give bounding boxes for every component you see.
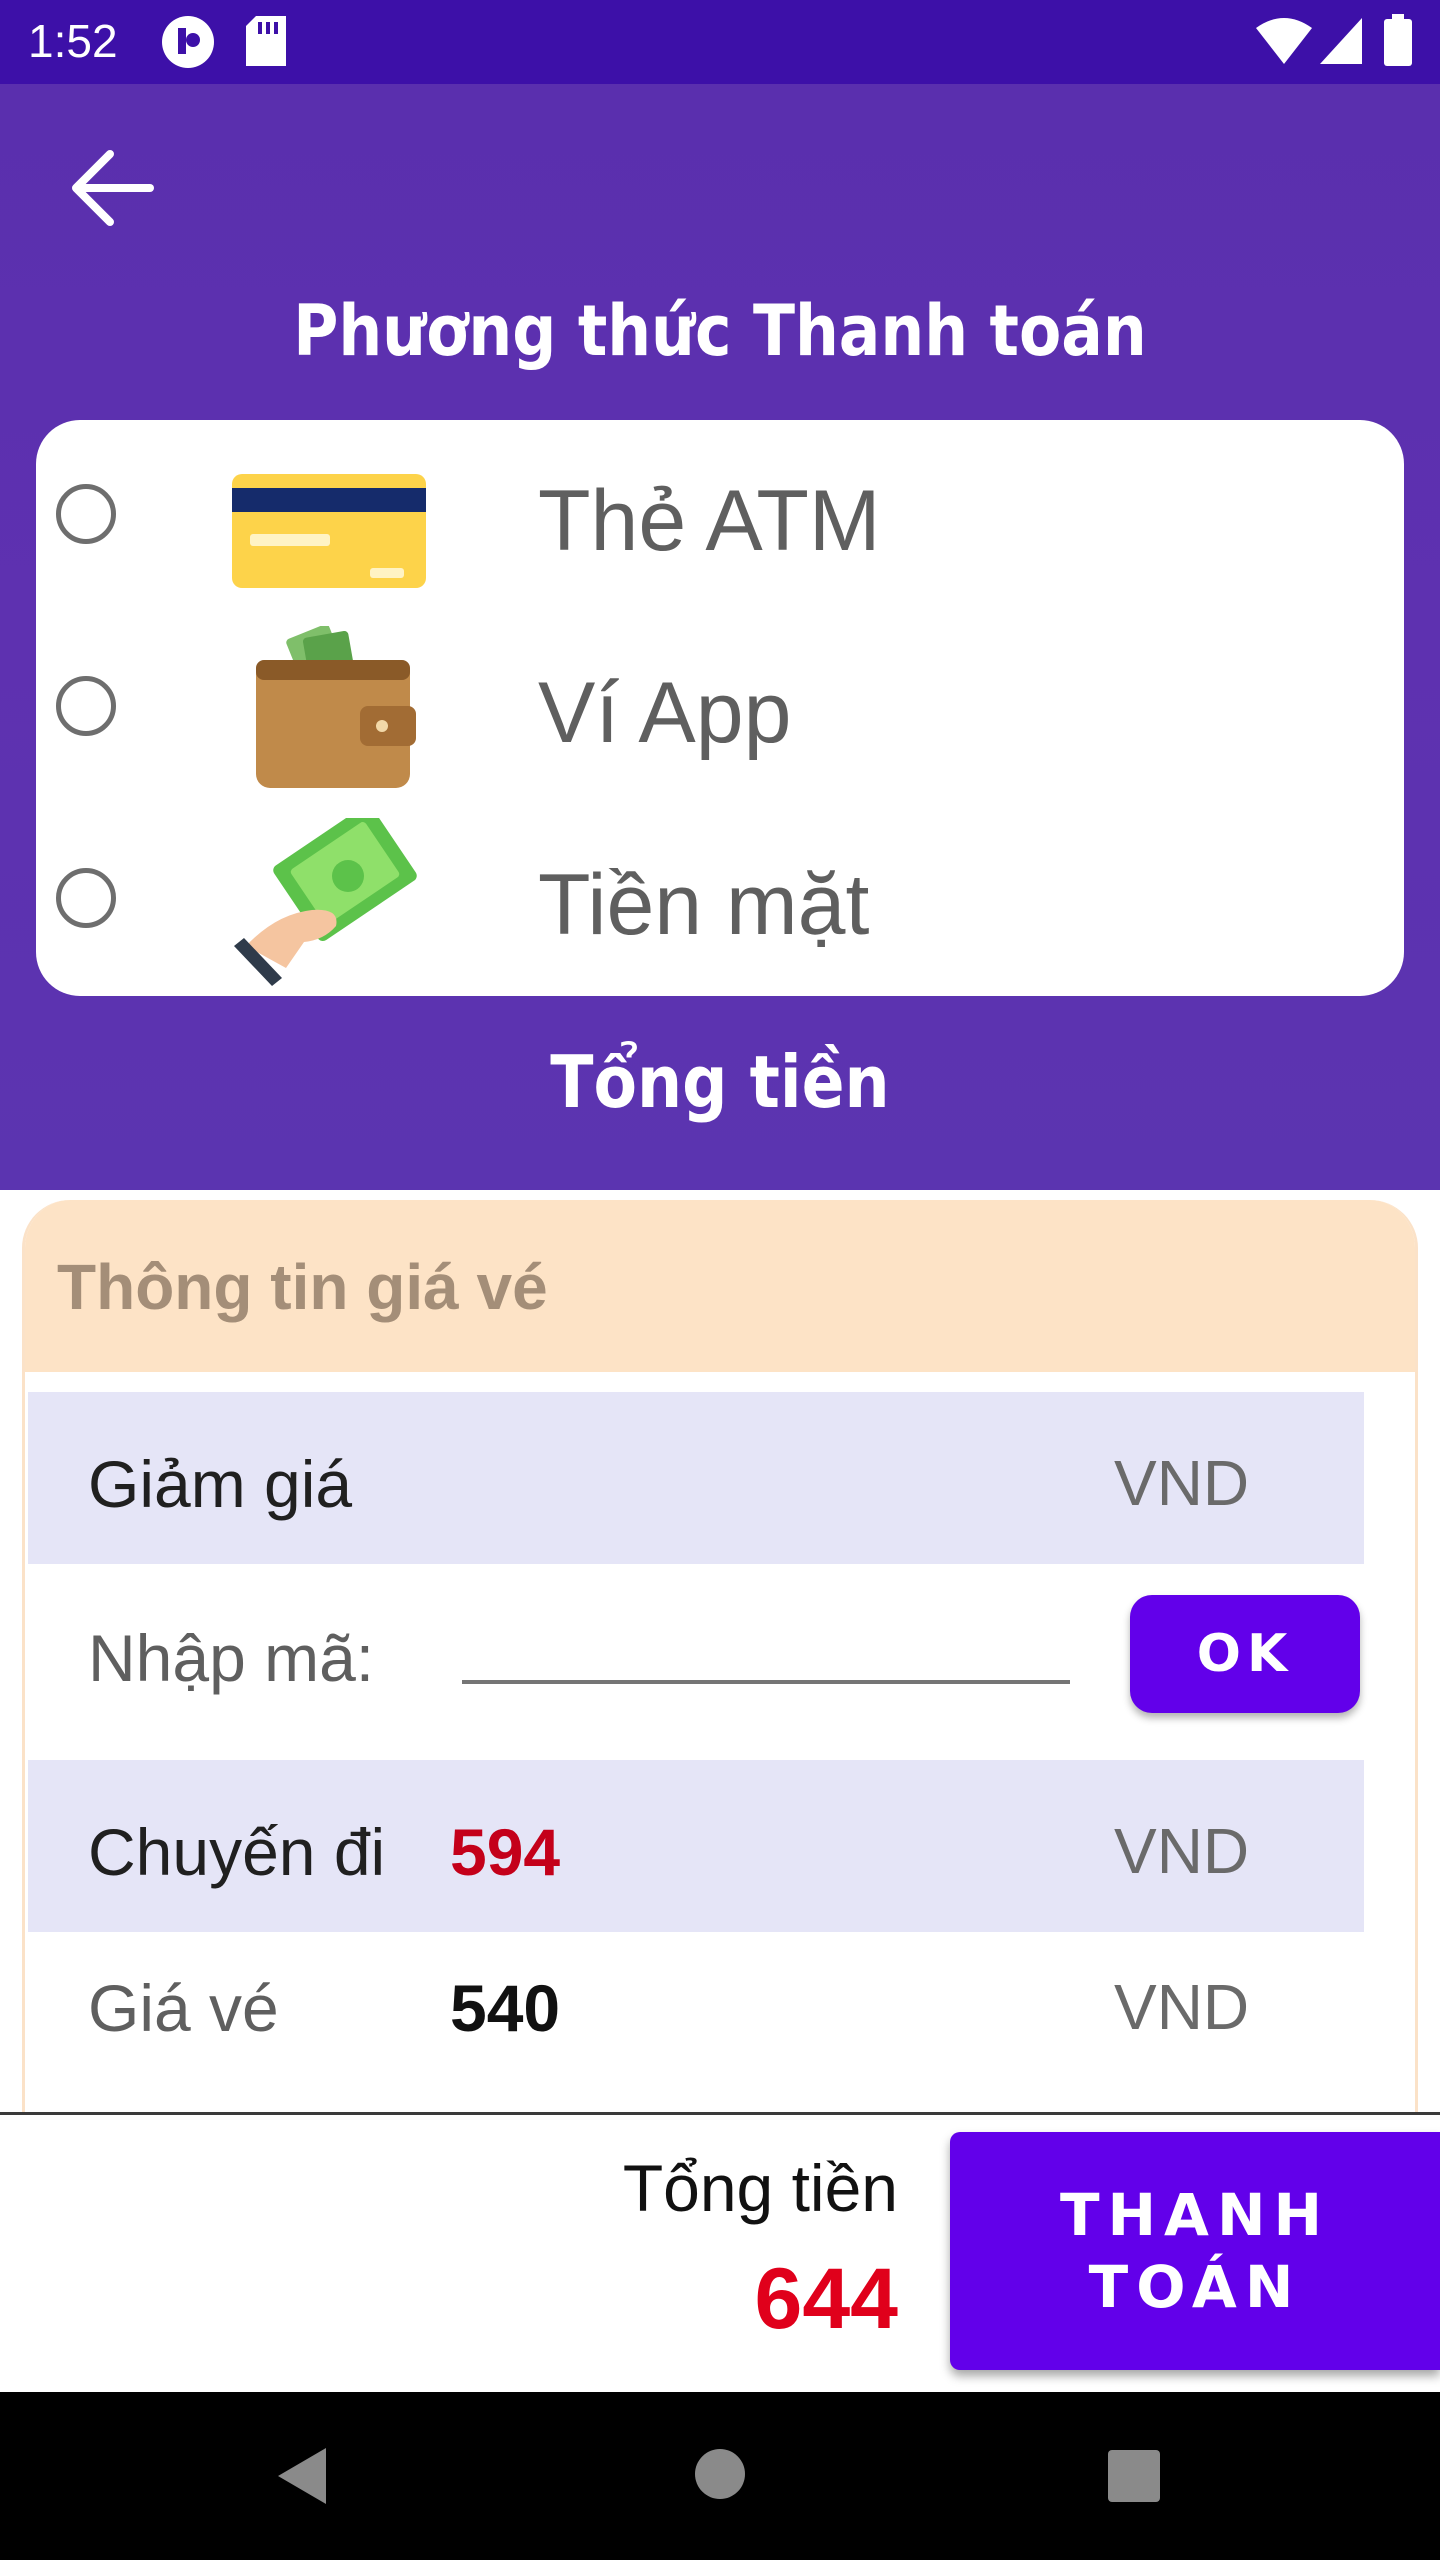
signal-icon <box>1320 18 1362 64</box>
ticket-price-label: Giá vé <box>88 1971 279 2045</box>
arrow-left-icon <box>72 150 154 226</box>
radio-cash[interactable] <box>56 868 116 928</box>
trip-value: 594 <box>450 1815 561 1889</box>
page-title: Phương thức Thanh toán <box>293 290 1147 372</box>
promo-code-input[interactable] <box>462 1594 1070 1684</box>
promo-code-label: Nhập mã: <box>88 1621 375 1695</box>
ticket-price-unit: VND <box>1114 1971 1250 2043</box>
wallet-icon <box>256 626 416 788</box>
payment-label-wallet: Ví App <box>538 665 792 761</box>
nav-recents-icon[interactable] <box>1108 2450 1160 2502</box>
bottom-total-value: 644 <box>754 2251 899 2347</box>
nav-back-icon[interactable] <box>272 2444 330 2508</box>
total-section-title: Tổng tiền <box>550 1040 890 1124</box>
payment-option-cash[interactable]: Tiền mặt <box>36 804 1404 996</box>
credit-card-icon <box>232 474 426 588</box>
discount-unit: VND <box>1114 1447 1250 1519</box>
pay-button[interactable]: THANH TOÁN <box>950 2132 1440 2370</box>
nav-home-icon[interactable] <box>694 2448 746 2500</box>
battery-icon <box>1384 14 1412 66</box>
app-notification-icon <box>162 16 214 68</box>
payment-label-atm: Thẻ ATM <box>538 473 881 569</box>
ticket-info-title: Thông tin giá vé <box>57 1251 548 1323</box>
radio-atm[interactable] <box>56 484 116 544</box>
cash-hand-icon <box>234 818 417 986</box>
payment-option-atm[interactable]: Thẻ ATM <box>36 420 1404 612</box>
system-nav-bar <box>0 2392 1440 2560</box>
trip-unit: VND <box>1114 1815 1250 1887</box>
apply-code-button[interactable]: OK <box>1130 1595 1360 1713</box>
status-time: 1:52 <box>28 15 118 67</box>
back-button[interactable] <box>64 140 160 236</box>
status-bar: 1:52 <box>0 0 1440 84</box>
discount-label: Giảm giá <box>88 1447 353 1521</box>
pay-button-label: THANH TOÁN <box>1059 2181 1331 2321</box>
trip-label: Chuyến đi <box>88 1815 386 1889</box>
ticket-price-value: 540 <box>450 1971 561 2045</box>
wifi-icon <box>1256 18 1312 64</box>
ticket-info-header: Thông tin giá vé <box>25 1200 1415 1372</box>
payment-label-cash: Tiền mặt <box>538 857 870 953</box>
bottom-total-label: Tổng tiền <box>622 2151 898 2225</box>
radio-wallet[interactable] <box>56 676 116 736</box>
payment-option-wallet[interactable]: Ví App <box>36 612 1404 804</box>
sd-card-icon <box>246 16 286 66</box>
payment-methods-card: Thẻ ATM Ví App Tiền mặt <box>36 420 1404 996</box>
